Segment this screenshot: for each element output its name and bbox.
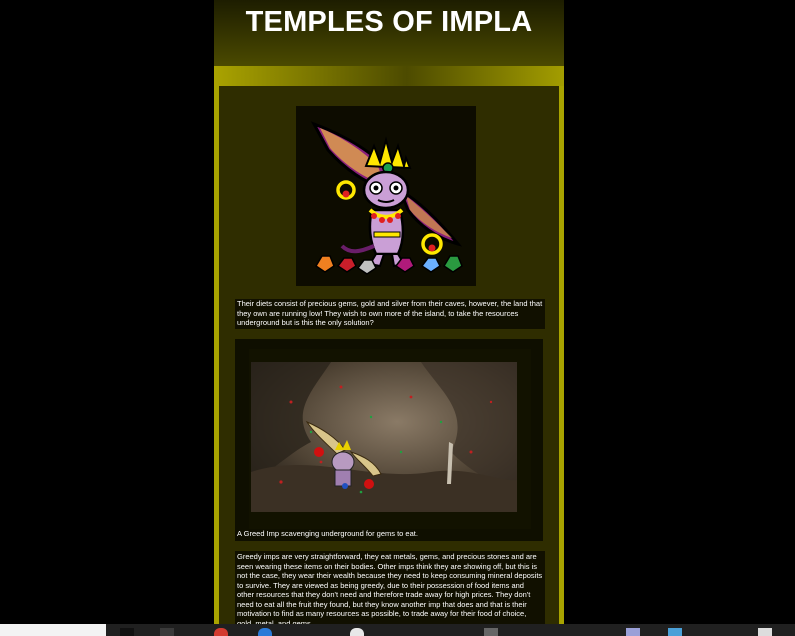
app-icon[interactable] <box>160 628 174 636</box>
start-icon[interactable] <box>120 628 134 636</box>
page-title: TEMPLES OF IMPLA <box>245 6 533 38</box>
greed-imp-image <box>296 106 476 286</box>
folder-icon[interactable] <box>484 628 498 636</box>
cave-image-caption: A Greed Imp scavenging underground for g… <box>237 529 418 538</box>
cave-scene-image <box>251 362 517 512</box>
site-header: TEMPLES OF IMPLA <box>214 0 564 66</box>
chrome-icon[interactable] <box>214 628 228 636</box>
store-icon[interactable] <box>626 628 640 636</box>
taskbar-search-area[interactable] <box>0 624 106 636</box>
diet-description: Their diets consist of precious gems, go… <box>235 299 545 329</box>
settings-icon[interactable] <box>350 628 364 636</box>
page-container: TEMPLES OF IMPLA Their diets consist of … <box>214 0 564 624</box>
edge-icon[interactable] <box>258 628 272 636</box>
network-icon[interactable] <box>758 628 772 636</box>
header-band <box>214 66 564 86</box>
mail-icon[interactable] <box>668 628 682 636</box>
main-content: Their diets consist of precious gems, go… <box>219 86 559 624</box>
greedy-imps-description: Greedy imps are very straightforward, th… <box>235 551 545 624</box>
